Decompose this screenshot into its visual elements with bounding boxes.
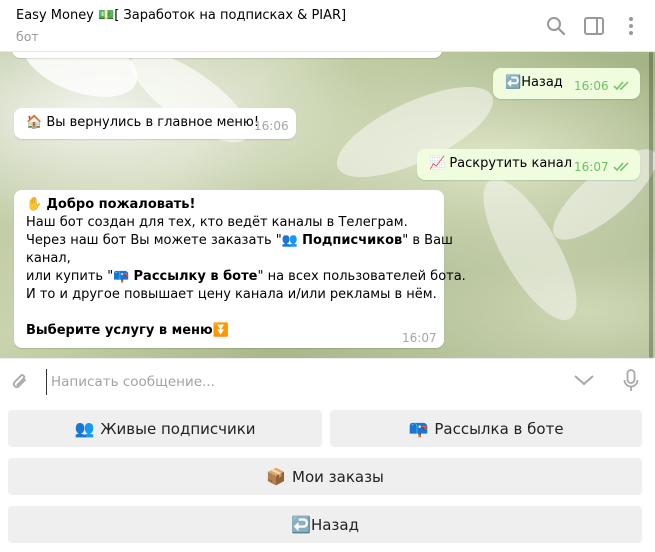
- message-text: ✋ Добро пожаловать! Наш бот создан для т…: [26, 197, 466, 338]
- message-time: 16:06: [574, 79, 609, 93]
- bot-keyboard: 👥 Живые подписчики 📪 Рассылка в боте 📦 Мои …: [0, 404, 655, 552]
- message-input[interactable]: [46, 369, 553, 395]
- chart-emoji: 📈: [429, 156, 446, 171]
- scroll-down-icon[interactable]: [573, 373, 595, 391]
- keyboard-button-back[interactable]: ↩️ Назад: [8, 506, 642, 543]
- message-time: 16:06: [254, 119, 289, 133]
- message-text: 📈 Раскрутить канал: [429, 156, 573, 171]
- message-time: 16:07: [402, 331, 437, 345]
- chat-subtitle: бот: [16, 29, 39, 44]
- message-time: 16:07: [574, 160, 609, 174]
- message-bubble-outgoing[interactable]: 📈 Раскрутить канал 16:07: [417, 149, 640, 180]
- message-bubble-previous: [12, 52, 442, 58]
- package-icon: 📦: [266, 467, 287, 486]
- message-bubble-incoming[interactable]: 🏠 Вы вернулись в главное меню! 16:06: [14, 108, 296, 139]
- microphone-icon[interactable]: [623, 369, 639, 397]
- keyboard-button-my-orders[interactable]: 📦 Мои заказы: [8, 458, 642, 495]
- mailbox-icon: 📪: [408, 419, 429, 438]
- down-arrows-emoji: ⏬: [212, 323, 229, 338]
- attach-icon[interactable]: [10, 371, 30, 397]
- wave-emoji: ✋: [26, 197, 43, 212]
- more-vertical-icon[interactable]: [618, 13, 644, 39]
- wallpaper-petal: [118, 52, 262, 158]
- message-text: ↩️Назад: [505, 75, 563, 90]
- sidebar-toggle-icon[interactable]: [581, 13, 607, 39]
- message-list[interactable]: ↩️Назад 16:06 🏠 Вы вернулись в главное м…: [0, 52, 655, 358]
- back-emoji: ↩️: [505, 75, 522, 90]
- read-checkmarks-icon: [613, 81, 629, 91]
- read-checkmarks-icon: [613, 162, 629, 172]
- mailbox-emoji: 📪: [113, 269, 130, 284]
- people-emoji: 👥: [281, 233, 298, 248]
- message-text: 🏠 Вы вернулись в главное меню!: [26, 115, 260, 130]
- message-bubble-outgoing[interactable]: ↩️Назад 16:06: [493, 68, 640, 99]
- keyboard-button-broadcast[interactable]: 📪 Рассылка в боте: [330, 410, 642, 447]
- message-composer: [0, 358, 655, 404]
- message-bubble-incoming[interactable]: ✋ Добро пожаловать! Наш бот создан для т…: [14, 190, 466, 348]
- back-arrow-icon: ↩️: [291, 515, 311, 534]
- search-icon[interactable]: [543, 13, 569, 39]
- chat-title[interactable]: Easy Money 💵[ Заработок на подписках & P…: [16, 8, 346, 23]
- wallpaper-petal: [13, 52, 147, 111]
- house-emoji: 🏠: [26, 115, 43, 130]
- people-icon: 👥: [74, 419, 95, 438]
- chat-header: Easy Money 💵[ Заработок на подписках & P…: [0, 0, 655, 52]
- keyboard-button-live-subscribers[interactable]: 👥 Живые подписчики: [8, 410, 322, 447]
- chat-scrollbar[interactable]: [649, 52, 653, 358]
